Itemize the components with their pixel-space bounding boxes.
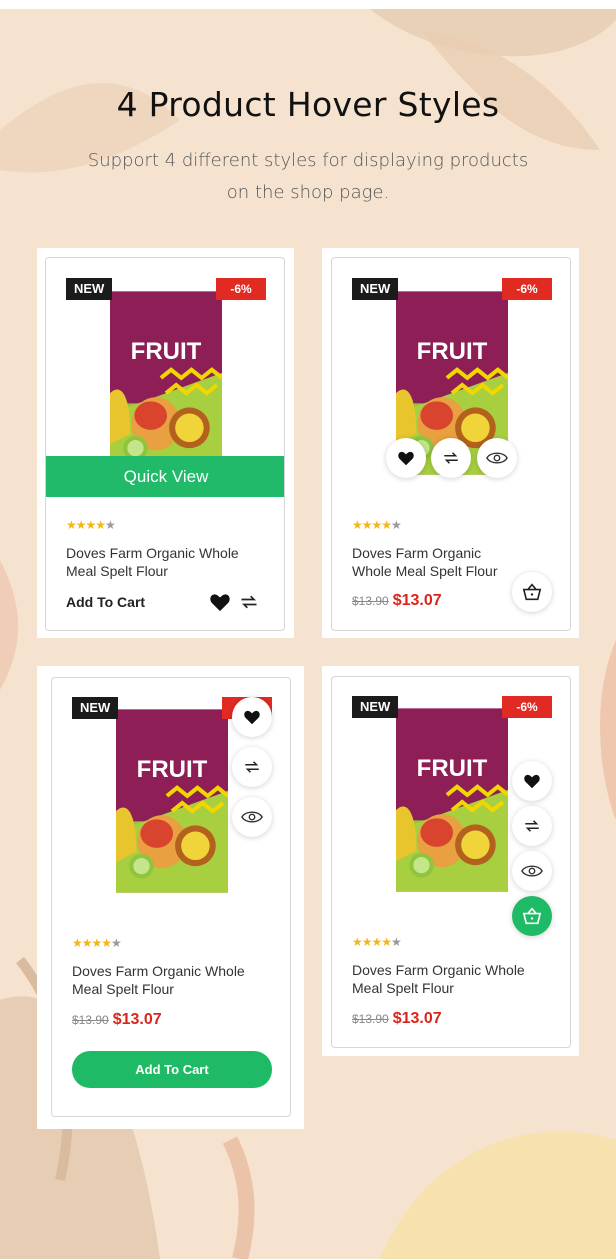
add-to-cart-button[interactable] bbox=[512, 572, 552, 612]
product-brand: FRUIT bbox=[416, 755, 488, 782]
quick-view-button[interactable] bbox=[512, 851, 552, 891]
page-title: 4 Product Hover Styles bbox=[116, 85, 500, 124]
current-price: $13.07 bbox=[392, 592, 442, 609]
old-price: $13.90 bbox=[352, 1012, 389, 1026]
product-image[interactable] bbox=[110, 288, 222, 478]
heart-icon[interactable] bbox=[209, 592, 231, 612]
product-name[interactable]: Doves Farm Organic Whole Meal Spelt Flour bbox=[66, 544, 276, 580]
add-to-cart-link[interactable]: Add To Cart bbox=[66, 594, 145, 610]
new-badge: NEW bbox=[352, 278, 399, 300]
product-name[interactable]: Doves Farm Organic Whole Meal Spelt Flour bbox=[352, 961, 562, 997]
page-subtitle: Support 4 different styles for displayin… bbox=[87, 150, 529, 203]
add-to-cart-button[interactable]: Add To Cart bbox=[72, 1051, 272, 1088]
new-badge: NEW bbox=[72, 697, 119, 719]
product-card-4[interactable]: FRUIT NEW -6% ★★★★★ Doves Farm Organic W… bbox=[331, 676, 571, 1048]
product-name[interactable]: Doves Farm Organic Whole Meal Spelt Flour bbox=[72, 962, 282, 998]
product-image[interactable] bbox=[396, 705, 508, 895]
current-price: $13.07 bbox=[392, 1010, 442, 1027]
rating-stars: ★★★★★ bbox=[352, 935, 402, 949]
compare-button[interactable] bbox=[232, 747, 272, 787]
eye-icon bbox=[521, 865, 543, 877]
compare-icon bbox=[444, 452, 458, 464]
product-card-1[interactable]: FRUIT NEW -6% Quick View ★★★★★ Doves Far… bbox=[45, 257, 285, 631]
top-strip bbox=[0, 0, 616, 9]
sale-badge: -6% bbox=[502, 696, 552, 718]
heart-icon bbox=[524, 774, 540, 789]
quick-view-button[interactable] bbox=[477, 438, 517, 478]
quick-view-button[interactable] bbox=[232, 797, 272, 837]
new-badge: NEW bbox=[66, 278, 113, 300]
compare-button[interactable] bbox=[431, 438, 471, 478]
product-price: $13.90 $13.07 bbox=[352, 1010, 442, 1028]
rating-stars: ★★★★★ bbox=[352, 518, 402, 532]
heart-icon bbox=[398, 451, 414, 466]
product-image[interactable] bbox=[116, 706, 228, 896]
sale-badge: -6% bbox=[216, 278, 266, 300]
old-price: $13.90 bbox=[352, 594, 389, 608]
rating-stars: ★★★★★ bbox=[66, 518, 116, 532]
compare-icon bbox=[525, 820, 539, 832]
product-brand: FRUIT bbox=[136, 756, 208, 783]
old-price: $13.90 bbox=[72, 1013, 109, 1027]
add-to-cart-button[interactable] bbox=[512, 896, 552, 936]
compare-icon bbox=[245, 761, 259, 773]
eye-icon bbox=[486, 452, 508, 464]
product-price: $13.90 $13.07 bbox=[72, 1011, 162, 1029]
current-price: $13.07 bbox=[112, 1011, 162, 1028]
cart-basket-icon bbox=[522, 907, 542, 925]
compare-icon[interactable] bbox=[239, 592, 259, 612]
wishlist-button[interactable] bbox=[386, 438, 426, 478]
product-brand: FRUIT bbox=[416, 338, 488, 365]
eye-icon bbox=[241, 811, 263, 823]
rating-stars: ★★★★★ bbox=[72, 936, 122, 950]
product-brand: FRUIT bbox=[130, 338, 202, 365]
wishlist-button[interactable] bbox=[512, 761, 552, 801]
quick-view-button[interactable]: Quick View bbox=[46, 456, 284, 497]
compare-button[interactable] bbox=[512, 806, 552, 846]
product-card-3[interactable]: FRUIT NEW -6% ★★★★★ Doves Farm Organic W… bbox=[51, 677, 291, 1117]
cart-basket-icon bbox=[522, 583, 542, 601]
wishlist-button[interactable] bbox=[232, 697, 272, 737]
new-badge: NEW bbox=[352, 696, 399, 718]
product-card-2[interactable]: FRUIT NEW -6% ★★★★★ Doves Farm Organic Wh… bbox=[331, 257, 571, 631]
product-price: $13.90 $13.07 bbox=[352, 592, 442, 610]
heart-icon bbox=[244, 710, 260, 725]
sale-badge: -6% bbox=[502, 278, 552, 300]
